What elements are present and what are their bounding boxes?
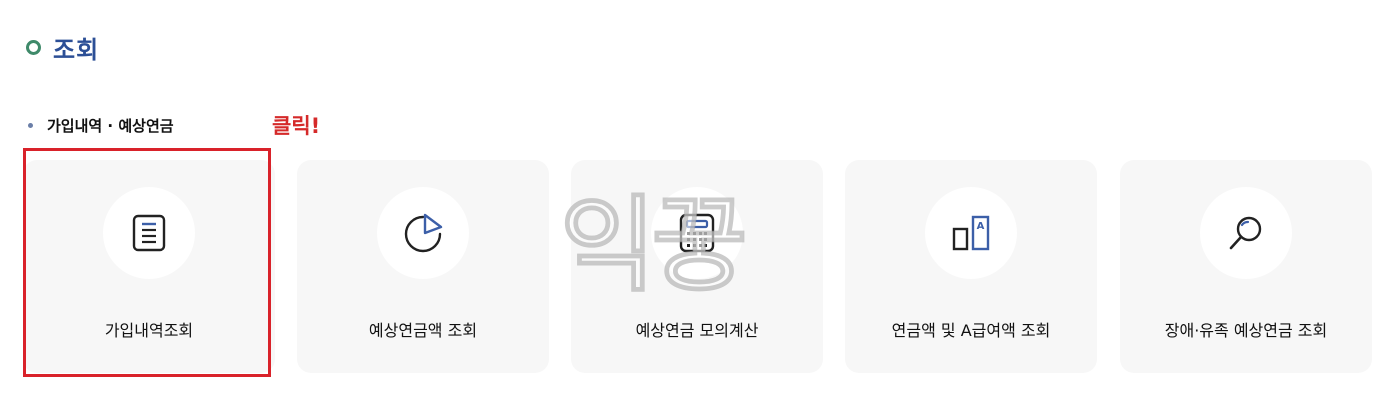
card-pension-a-benefit[interactable]: A 연금액 및 A급여액 조회 — [845, 160, 1097, 373]
card-label: 가입내역조회 — [104, 321, 194, 340]
card-label: 장애·유족 예상연금 조회 — [1164, 321, 1328, 340]
search-icon — [1229, 216, 1262, 250]
card-label: 예상연금 모의계산 — [635, 321, 759, 340]
icon-circle: A — [925, 187, 1017, 279]
icon-circle — [1200, 187, 1292, 279]
document-icon — [132, 214, 166, 252]
svg-text:A: A — [977, 221, 985, 232]
section-header: 조회 — [26, 30, 99, 65]
dot-bullet-icon — [28, 123, 33, 128]
section-title: 조회 — [53, 36, 100, 64]
icon-circle — [377, 187, 469, 279]
icon-circle — [651, 187, 743, 279]
sub-header: 가입내역 · 예상연금 — [28, 115, 174, 136]
card-label: 연금액 및 A급여액 조회 — [891, 321, 1051, 340]
card-pension-simulation[interactable]: 예상연금 모의계산 — [571, 160, 823, 373]
click-annotation: 클릭! — [272, 114, 321, 138]
pie-chart-icon — [404, 213, 443, 253]
subsection-title: 가입내역 · 예상연금 — [47, 117, 174, 135]
calculator-icon — [679, 213, 715, 253]
icon-circle — [103, 187, 195, 279]
card-expected-pension[interactable]: 예상연금액 조회 — [297, 160, 549, 373]
ring-bullet-icon — [26, 40, 41, 55]
card-disability-survivor[interactable]: 장애·유족 예상연금 조회 — [1120, 160, 1372, 373]
card-join-history[interactable]: 가입내역조회 — [23, 160, 275, 373]
card-label: 예상연금액 조회 — [368, 321, 478, 340]
compare-a-icon: A — [952, 215, 990, 251]
